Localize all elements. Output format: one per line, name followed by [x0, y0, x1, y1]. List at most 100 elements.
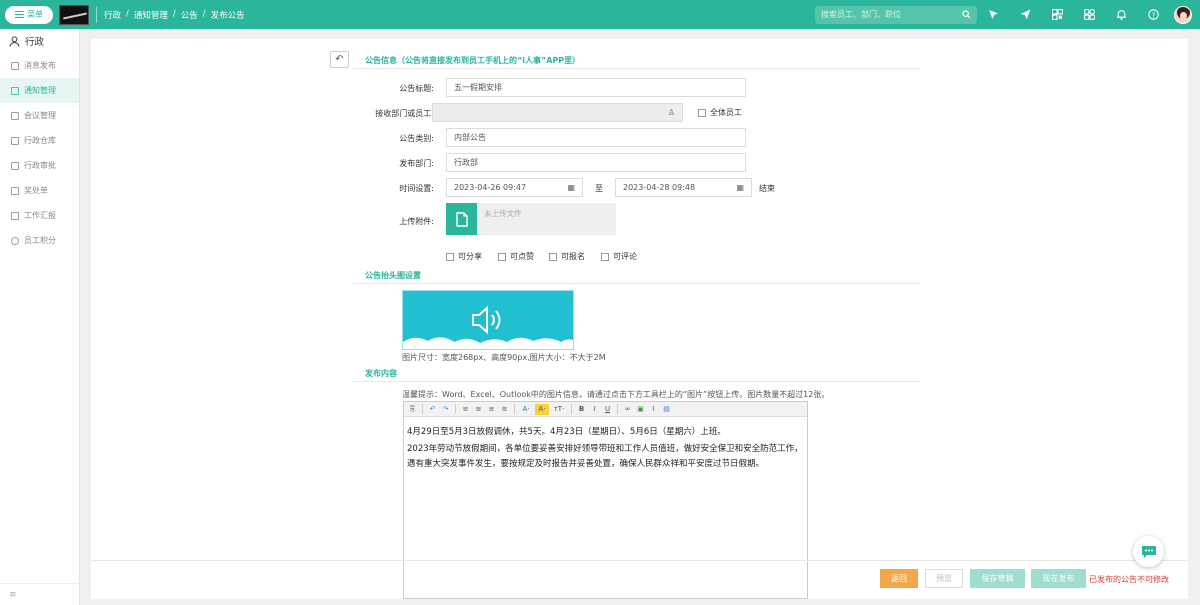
- send-icon[interactable]: [1009, 0, 1041, 29]
- section-title-info: 公告信息（公告将直接发布到员工手机上的“i人事”APP里）: [365, 56, 581, 65]
- dept-label: 发布部门:: [399, 159, 434, 168]
- clouds-decoration: [403, 337, 573, 349]
- back-arrow-button[interactable]: ↶: [330, 51, 349, 68]
- option-shareable[interactable]: 可分享: [446, 251, 482, 262]
- align-center-icon[interactable]: ≡: [473, 404, 484, 415]
- approval-icon: [11, 161, 19, 170]
- sidebar-item-label: 通知管理: [24, 86, 56, 95]
- font-color-icon[interactable]: A·: [519, 404, 533, 415]
- sidebar-item-label: 行政审批: [24, 161, 56, 170]
- person-picker-icon[interactable]: ♙: [668, 108, 675, 117]
- editor-content[interactable]: 4月29日至5月3日放假调休，共5天。4月23日（星期日）、5月6日（星期六）上…: [404, 417, 807, 482]
- option-label: 可点赞: [510, 252, 534, 261]
- qrcode-icon[interactable]: [1041, 0, 1073, 29]
- all-staff-checkbox[interactable]: 全体员工: [698, 107, 742, 118]
- end-time-value: 2023-04-28 09:48: [623, 183, 696, 192]
- divider: [353, 283, 921, 284]
- sidebar-item-work-report[interactable]: 工作汇报: [0, 203, 79, 228]
- highlight-icon[interactable]: A·: [535, 403, 549, 415]
- option-comment[interactable]: 可评论: [601, 251, 637, 262]
- all-staff-label: 全体员工: [710, 108, 742, 117]
- user-avatar[interactable]: [1174, 5, 1192, 24]
- calendar-icon[interactable]: ▦: [567, 183, 575, 192]
- checkbox-box: [549, 252, 557, 261]
- top-bar: 菜单 行政 / 通知管理 / 公告 / 发布公告 ?: [0, 0, 1200, 29]
- breadcrumb-separator: /: [202, 8, 206, 19]
- attachment-placeholder: 未上传文件: [484, 209, 522, 218]
- breadcrumb-item-publish: 发布公告: [210, 10, 245, 21]
- underline-icon[interactable]: U: [602, 404, 613, 415]
- recipients-label: 接收部门或员工:: [375, 109, 434, 118]
- divider: [353, 381, 921, 382]
- back-button[interactable]: 返回: [880, 569, 918, 588]
- divider: [96, 6, 97, 23]
- speaker-icon: [472, 305, 501, 335]
- sidebar-item-message-publish[interactable]: 消息发布: [0, 53, 79, 78]
- breadcrumb-separator: /: [126, 8, 129, 19]
- category-select[interactable]: 内部公告: [446, 128, 746, 147]
- search-input[interactable]: [821, 10, 962, 19]
- start-time-input[interactable]: 2023-04-26 09:47 ▦: [446, 178, 583, 197]
- redo-icon[interactable]: ↷: [440, 404, 451, 415]
- save-draft-button[interactable]: 保存草稿: [970, 569, 1025, 588]
- category-value: 内部公告: [454, 133, 486, 142]
- chat-button[interactable]: [1133, 536, 1164, 567]
- section-title-header-image: 公告抬头图设置: [365, 271, 421, 280]
- sidebar-item-staff-points[interactable]: 员工积分: [0, 228, 79, 253]
- sidebar-title: 行政: [25, 37, 45, 48]
- image-icon[interactable]: ▣: [635, 404, 646, 415]
- table-icon[interactable]: ▤: [661, 404, 672, 415]
- attachment-icon[interactable]: ⌇: [648, 404, 659, 415]
- recipients-input[interactable]: ♙: [432, 103, 683, 122]
- link-icon[interactable]: ∞: [622, 404, 633, 415]
- breadcrumb-item-announcement[interactable]: 公告: [181, 9, 198, 21]
- menu-button[interactable]: 菜单: [5, 5, 53, 24]
- header-image-preview[interactable]: [402, 290, 574, 350]
- sidebar-item-meeting-management[interactable]: 会议管理: [0, 103, 79, 128]
- align-justify-icon[interactable]: ≡: [499, 404, 510, 415]
- sidebar-item-notice-management[interactable]: 通知管理: [0, 78, 79, 103]
- end-time-input[interactable]: 2023-04-28 09:48 ▦: [615, 178, 752, 197]
- breadcrumb-item-notice-management[interactable]: 通知管理: [134, 9, 168, 21]
- breadcrumb-item-admin[interactable]: 行政: [104, 9, 121, 21]
- dept-input[interactable]: 行政部: [446, 153, 746, 172]
- option-signup[interactable]: 可报名: [549, 251, 585, 262]
- search-icon[interactable]: [962, 10, 971, 19]
- option-label: 可评论: [613, 252, 637, 261]
- source-icon[interactable]: ⎘: [407, 404, 418, 415]
- undo-icon[interactable]: ↶: [427, 404, 438, 415]
- divider: [571, 404, 572, 414]
- bold-icon[interactable]: B: [576, 404, 587, 415]
- menu-icon: [15, 11, 24, 18]
- cursor-icon[interactable]: [977, 0, 1009, 29]
- publish-now-button[interactable]: 现在发布: [1031, 569, 1086, 588]
- chat-icon: [1141, 545, 1156, 558]
- apps-icon[interactable]: [1073, 0, 1105, 29]
- sidebar-item-award[interactable]: 奖处单: [0, 178, 79, 203]
- preview-button[interactable]: 预览: [925, 569, 963, 588]
- search-box: [815, 5, 977, 24]
- sidebar-item-admin-warehouse[interactable]: 行政仓库: [0, 128, 79, 153]
- notice-icon: [11, 86, 19, 95]
- category-label: 公告类别:: [399, 134, 434, 143]
- upload-button[interactable]: [446, 203, 477, 235]
- sidebar-item-label: 会议管理: [24, 111, 56, 120]
- align-right-icon[interactable]: ≡: [486, 404, 497, 415]
- report-icon: [11, 211, 19, 220]
- italic-icon[interactable]: I: [589, 404, 600, 415]
- divider: [455, 404, 456, 414]
- sidebar-item-admin-approval[interactable]: 行政审批: [0, 153, 79, 178]
- editor-toolbar: ⎘ ↶ ↷ ≡ ≡ ≡ ≡ A· A· тT· B I U ∞ ▣ ⌇ ▤: [404, 402, 807, 417]
- sidebar-collapse-button[interactable]: ≡: [0, 583, 80, 605]
- align-left-icon[interactable]: ≡: [460, 404, 471, 415]
- bell-icon[interactable]: [1105, 0, 1137, 29]
- sidebar-item-label: 消息发布: [24, 61, 56, 70]
- help-icon[interactable]: ?: [1137, 0, 1169, 29]
- font-size-icon[interactable]: тT·: [551, 404, 567, 415]
- divider: [617, 404, 618, 414]
- option-likeable[interactable]: 可点赞: [498, 251, 534, 262]
- title-input[interactable]: 五一假期安排: [446, 78, 746, 97]
- calendar-icon[interactable]: ▦: [736, 183, 744, 192]
- undo-arrow-icon: ↶: [335, 54, 344, 65]
- option-label: 可分享: [458, 252, 482, 261]
